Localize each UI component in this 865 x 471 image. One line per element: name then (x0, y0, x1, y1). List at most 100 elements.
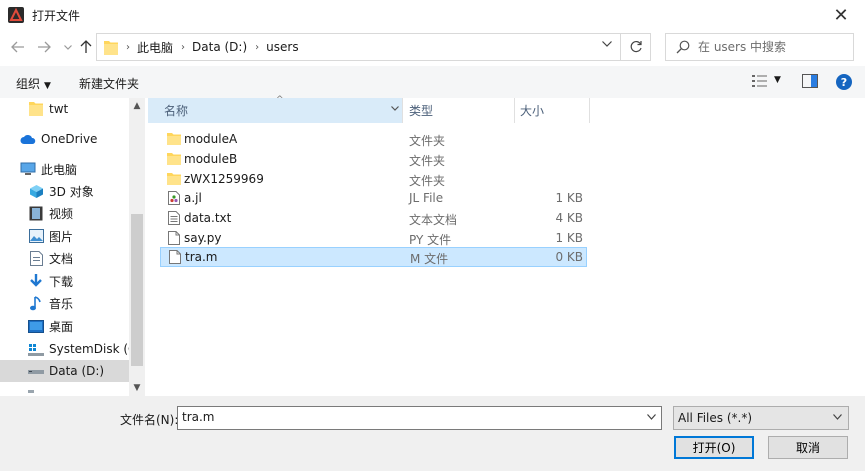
scroll-down-icon[interactable]: ▼ (129, 380, 145, 396)
computer-icon (20, 161, 36, 177)
search-icon (676, 40, 690, 54)
search-box[interactable] (665, 33, 854, 61)
document-icon (28, 250, 44, 266)
close-icon: ✕ (833, 4, 849, 26)
nav-item-label: 此电脑 (41, 162, 78, 177)
view-options-icon[interactable] (752, 74, 768, 88)
desktop-icon (28, 318, 44, 334)
file-row[interactable]: say.py PY 文件 1 KB (160, 228, 587, 248)
close-button[interactable]: ✕ (831, 4, 851, 26)
up-button[interactable] (78, 39, 94, 55)
file-type: JL File (409, 191, 444, 205)
column-header-size-label: 大小 (520, 104, 545, 118)
caret-down-icon: ▼ (44, 81, 51, 91)
refresh-button[interactable] (621, 33, 651, 61)
nav-item-pictures[interactable]: 图片 (0, 225, 129, 247)
file-name: zWX1259969 (184, 172, 264, 186)
nav-item-system-disk[interactable]: SystemDisk (C: (0, 338, 129, 360)
window-title: 打开文件 (32, 8, 81, 23)
refresh-icon (630, 40, 642, 53)
file-name: a.jl (184, 191, 202, 205)
back-button[interactable] (10, 39, 26, 55)
file-type-filter-value: All Files (*.*) (678, 411, 753, 425)
nav-item-onedrive[interactable]: OneDrive (0, 128, 129, 150)
file-type-filter[interactable]: All Files (*.*) (673, 406, 849, 430)
filename-combo[interactable] (177, 406, 662, 430)
breadcrumb-users[interactable]: users (266, 40, 298, 54)
nav-item-downloads[interactable]: 下载 (0, 270, 129, 292)
nav-item-label: Data (D:) (49, 364, 105, 378)
dialog-footer: 文件名(N): All Files (*.*) 打开(O) 取消 (0, 396, 865, 471)
nav-item-label: 3D 对象 (49, 184, 94, 199)
nav-item-twt[interactable]: twt (0, 98, 129, 120)
scroll-up-icon[interactable]: ▲ (129, 98, 145, 114)
file-row[interactable]: data.txt 文本文档 4 KB (160, 208, 587, 228)
organize-menu[interactable]: 组织 ▼ (16, 75, 51, 92)
arrow-left-icon (11, 41, 24, 53)
julia-file-icon (168, 191, 180, 205)
file-row[interactable]: moduleA 文件夹 (160, 129, 587, 149)
nav-item-videos[interactable]: 视频 (0, 202, 129, 224)
folder-icon (167, 133, 181, 145)
chevron-down-icon (833, 413, 842, 423)
file-name: say.py (184, 231, 222, 245)
cube-icon (28, 183, 44, 199)
file-name: moduleB (184, 152, 238, 166)
breadcrumb-this-pc[interactable]: 此电脑 (137, 39, 173, 56)
column-header-name[interactable]: ^ 名称 (148, 95, 403, 123)
nav-item-music[interactable]: 音乐 (0, 292, 129, 314)
file-row[interactable]: moduleB 文件夹 (160, 149, 587, 169)
nav-item-3d-objects[interactable]: 3D 对象 (0, 180, 129, 202)
nav-scrollbar[interactable]: ▲ ▼ (129, 98, 145, 396)
preview-pane-icon[interactable] (802, 74, 818, 88)
address-bar-row: › 此电脑 › Data (D:) › users (0, 31, 865, 63)
column-header-size[interactable]: 大小 (516, 98, 590, 123)
cloud-icon (20, 131, 36, 147)
picture-icon (28, 228, 44, 244)
file-row-selected[interactable]: tra.m M 文件 0 KB (160, 247, 587, 267)
scroll-thumb[interactable] (131, 214, 143, 366)
blank-file-icon (168, 231, 180, 245)
download-icon (28, 273, 44, 289)
file-type: PY 文件 (409, 233, 452, 247)
file-name: moduleA (184, 132, 238, 146)
new-folder-label: 新建文件夹 (79, 77, 140, 91)
chevron-down-icon[interactable] (391, 104, 399, 114)
nav-item-desktop[interactable]: 桌面 (0, 315, 129, 337)
filename-input[interactable] (182, 410, 637, 424)
navigation-pane: twt OneDrive 此电脑 3D 对象 视频 图片 文档 下载 音乐 桌面… (0, 98, 145, 396)
breadcrumb-data-drive[interactable]: Data (D:) (192, 40, 247, 54)
file-row[interactable]: a.jl JL File 1 KB (160, 188, 587, 208)
chevron-down-icon (64, 44, 72, 50)
chevron-down-icon[interactable] (647, 413, 656, 423)
forward-button[interactable] (36, 39, 52, 55)
search-input[interactable] (698, 40, 848, 54)
chevron-right-icon: › (181, 41, 186, 53)
video-icon (28, 205, 44, 221)
file-row[interactable]: zWX1259969 文件夹 (160, 169, 587, 189)
nav-item-label: 音乐 (49, 296, 74, 311)
file-type: M 文件 (410, 252, 449, 266)
sort-ascending-icon: ^ (276, 95, 284, 105)
file-type: 文件夹 (409, 174, 446, 188)
nav-item-documents[interactable]: 文档 (0, 247, 129, 269)
nav-item-label: 桌面 (49, 319, 74, 334)
column-header-type[interactable]: 类型 (404, 98, 515, 123)
text-file-icon (168, 211, 180, 225)
nav-item-this-pc[interactable]: 此电脑 (0, 158, 129, 180)
new-folder-button[interactable]: 新建文件夹 (79, 75, 139, 92)
address-dropdown-icon[interactable] (602, 39, 612, 50)
organize-label: 组织 (16, 77, 41, 91)
help-icon[interactable]: ? (836, 74, 852, 90)
cancel-button[interactable]: 取消 (768, 436, 848, 459)
column-header-type-label: 类型 (409, 104, 434, 118)
folder-icon (167, 153, 181, 165)
caret-down-icon[interactable]: ▼ (774, 75, 781, 85)
file-name: tra.m (185, 250, 218, 264)
address-bar[interactable]: › 此电脑 › Data (D:) › users (96, 33, 621, 61)
filename-label: 文件名(N): (120, 413, 179, 427)
recent-locations-button[interactable] (60, 39, 76, 55)
nav-item-data-drive[interactable]: Data (D:) (0, 360, 129, 382)
open-button[interactable]: 打开(O) (674, 436, 754, 459)
nav-overflow-indicator (28, 390, 34, 393)
